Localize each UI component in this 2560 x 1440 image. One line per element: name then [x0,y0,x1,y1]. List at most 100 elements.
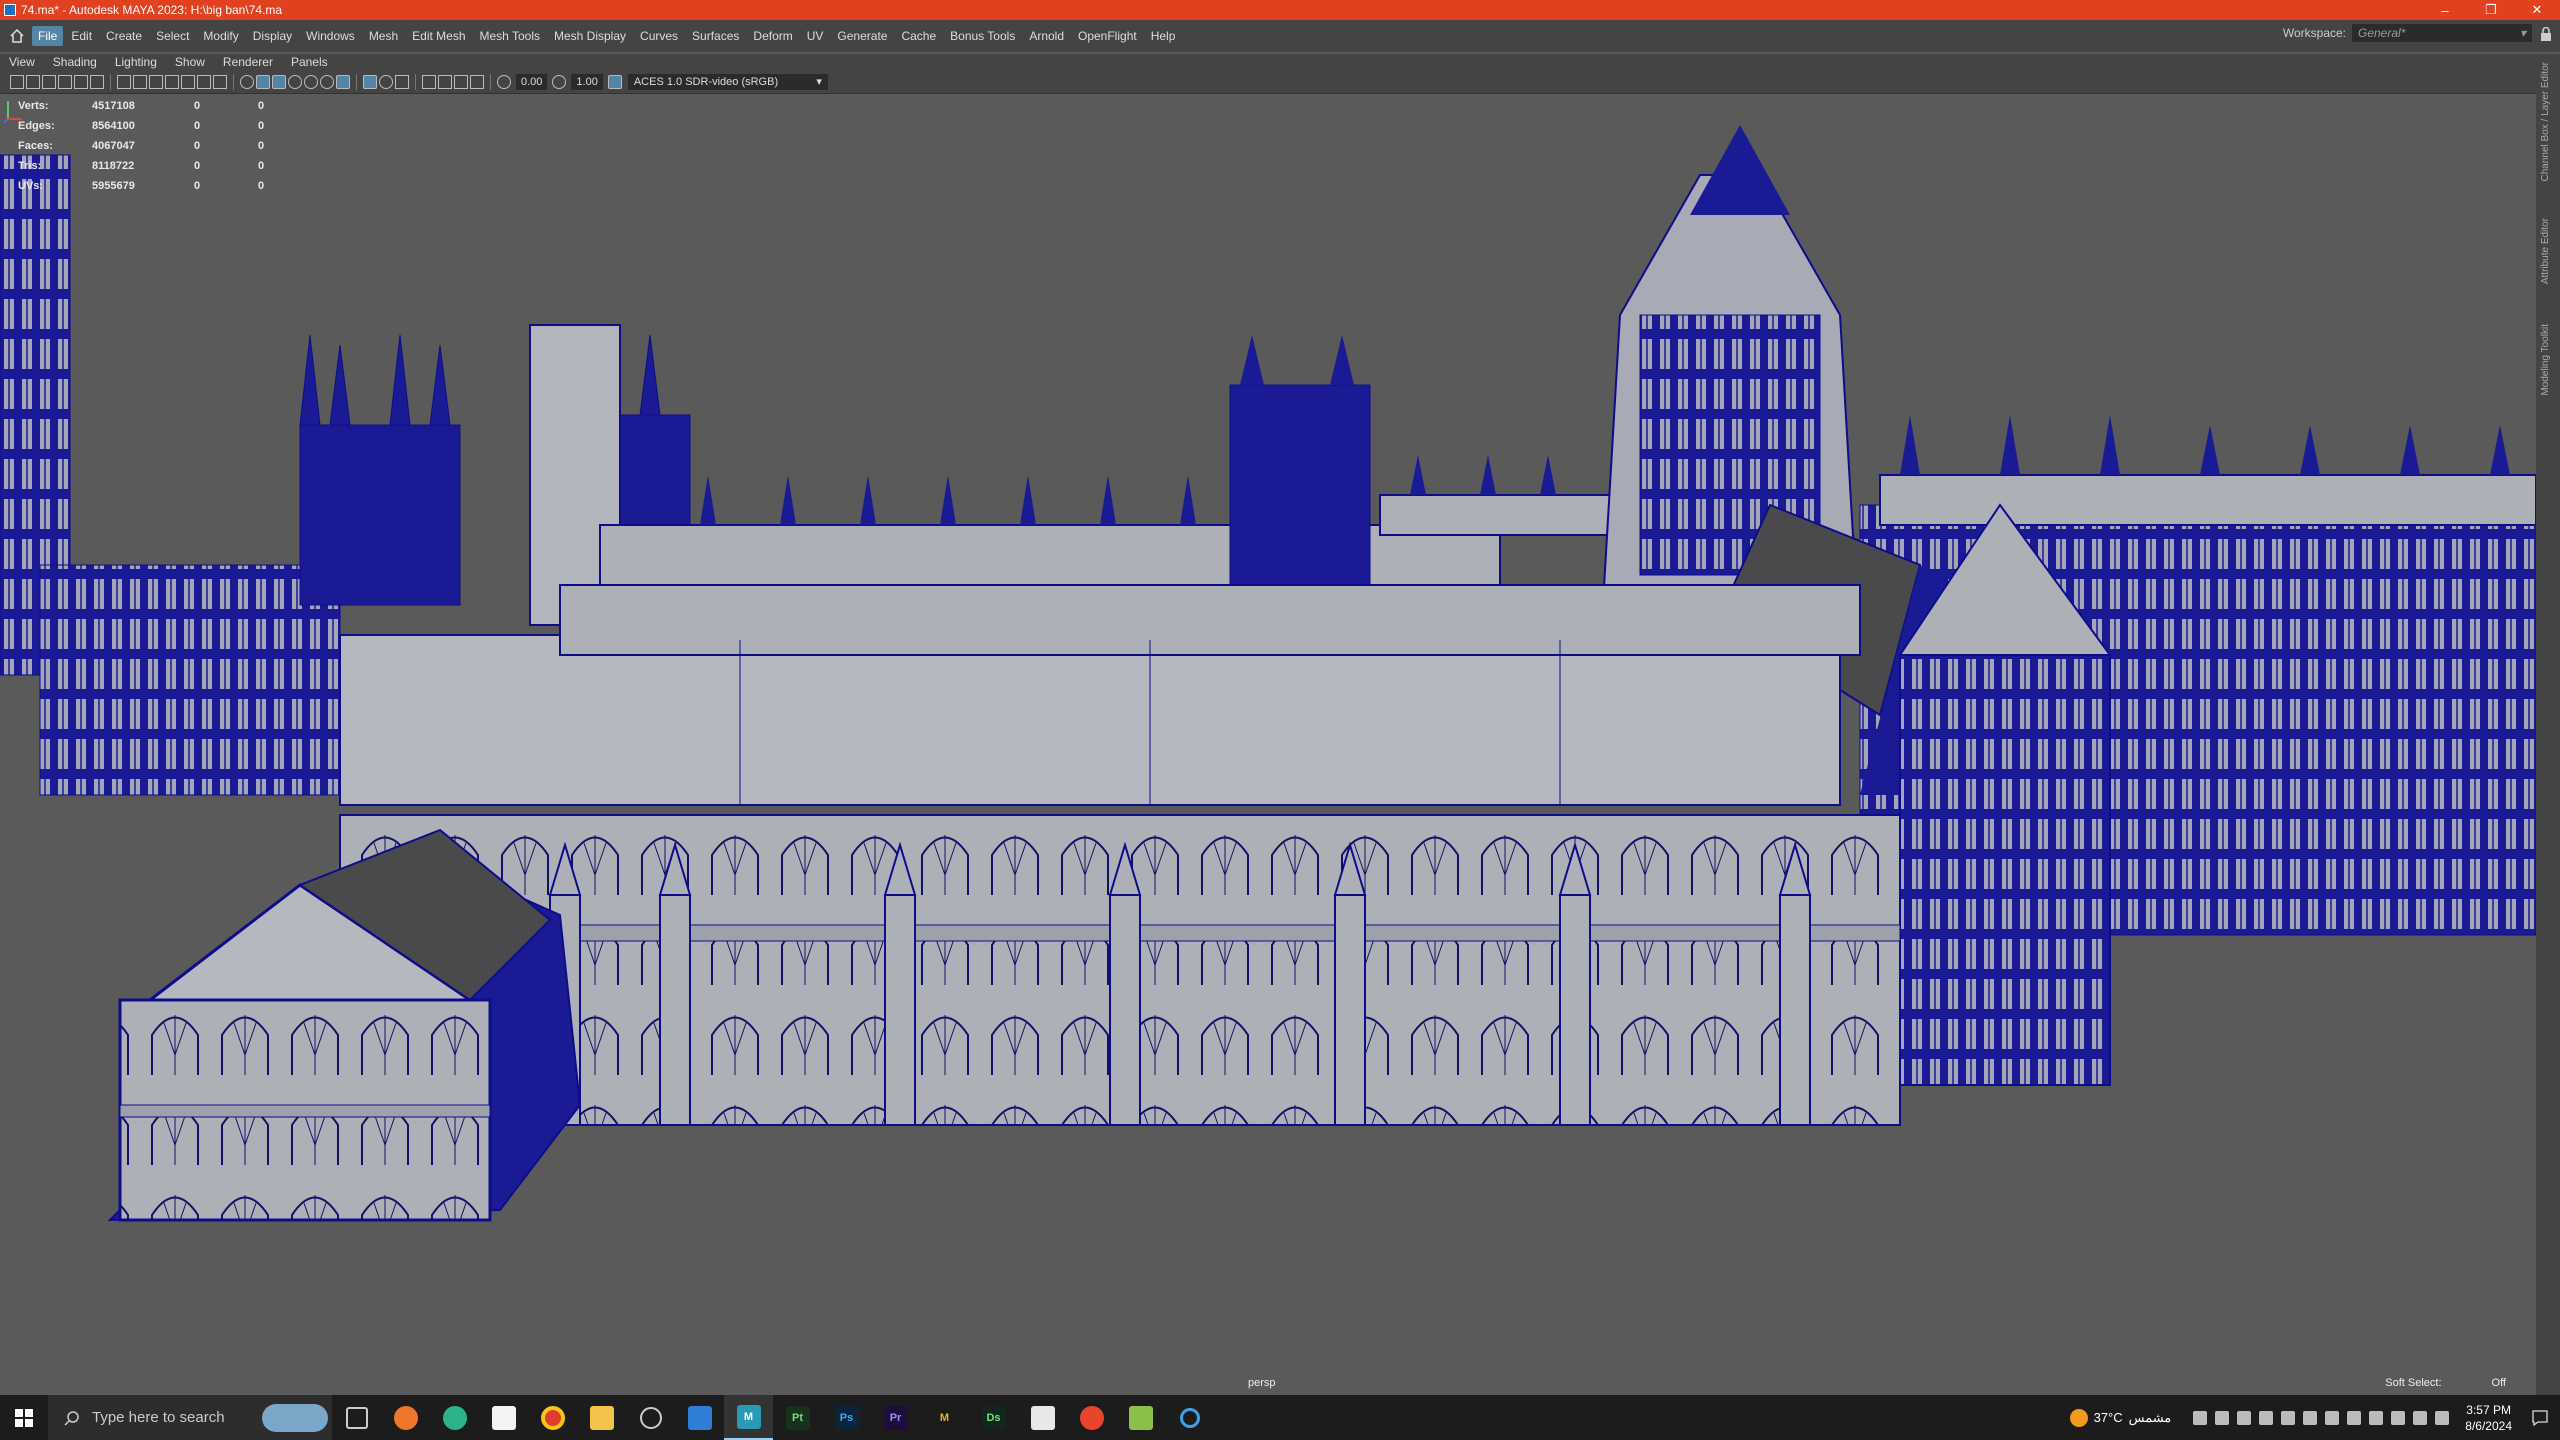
tray-icon[interactable] [2391,1410,2406,1425]
taskbar-app-maya[interactable]: M [724,1395,773,1440]
tab-channel-box[interactable]: Channel Box / Layer Editor [2540,62,2551,182]
xray-icon[interactable] [363,74,377,89]
taskbar-clock[interactable]: 3:57 PM 8/6/2024 [2465,1402,2512,1434]
panel-menu-view[interactable]: View [0,55,44,69]
menu-cache[interactable]: Cache [895,26,942,46]
taskbar-app-15[interactable] [1067,1395,1116,1440]
taskbar-app-blue[interactable] [675,1395,724,1440]
ambient-occlusion-icon[interactable] [422,74,436,89]
battery-icon[interactable] [2325,1410,2340,1425]
taskbar-app-photoshop[interactable]: Ps [822,1395,871,1440]
motion-blur-icon[interactable] [438,74,452,89]
color-management-icon[interactable] [607,74,622,89]
taskbar-app-firefox[interactable] [381,1395,430,1440]
grid-icon[interactable] [117,74,131,89]
taskbar-search-box[interactable]: Type here to search [48,1395,332,1440]
taskbar-app-17[interactable] [1165,1395,1214,1440]
menu-help[interactable]: Help [1145,26,1182,46]
taskbar-app-substance-designer[interactable]: Ds [969,1395,1018,1440]
menu-bonus-tools[interactable]: Bonus Tools [944,26,1021,46]
taskbar-app-file-explorer[interactable] [577,1395,626,1440]
field-chart-icon[interactable] [181,74,195,89]
menu-mesh[interactable]: Mesh [363,26,404,46]
tray-icon[interactable] [2193,1410,2208,1425]
menu-mesh-display[interactable]: Mesh Display [548,26,632,46]
panel-menu-shading[interactable]: Shading [44,55,106,69]
taskbar-app-chrome[interactable] [528,1395,577,1440]
tray-icon[interactable] [2237,1410,2252,1425]
camera-attributes-icon[interactable] [26,74,40,89]
shadows-icon[interactable] [320,74,334,89]
windows-start-button[interactable] [0,1395,48,1440]
taskbar-app-search[interactable] [626,1395,675,1440]
2d-pan-zoom-icon[interactable] [74,74,88,89]
menu-mesh-tools[interactable]: Mesh Tools [474,26,546,46]
xray-joints-icon[interactable] [379,74,393,89]
bookmarks-icon[interactable] [42,74,56,89]
safe-title-icon[interactable] [213,74,227,89]
menu-select[interactable]: Select [150,26,195,46]
wireframe-icon[interactable] [240,74,254,89]
panel-menu-panels[interactable]: Panels [282,55,337,69]
color-space-dropdown[interactable]: ACES 1.0 SDR-video (sRGB) ▾ [627,73,828,90]
image-plane-icon[interactable] [58,74,72,89]
xray-active-icon[interactable] [395,74,409,89]
tray-icon[interactable] [2435,1410,2450,1425]
grease-pencil-icon[interactable] [90,74,104,89]
menu-windows[interactable]: Windows [300,26,361,46]
close-button[interactable]: ✕ [2514,0,2560,20]
menu-edit[interactable]: Edit [65,26,98,46]
menu-arnold[interactable]: Arnold [1023,26,1070,46]
exposure-field[interactable]: 0.00 [516,73,548,90]
resolution-gate-icon[interactable] [149,74,163,89]
default-material-icon[interactable] [272,74,286,89]
menu-display[interactable]: Display [247,26,298,46]
gate-mask-icon[interactable] [165,74,179,89]
select-camera-icon[interactable] [10,74,24,89]
tray-icon[interactable] [2413,1410,2428,1425]
depth-of-field-icon[interactable] [470,74,484,89]
weather-widget[interactable]: 37°C مشمس [2069,1408,2171,1427]
workspace-dropdown[interactable]: General* ▾ [2352,24,2532,42]
maximize-button[interactable]: ❐ [2468,0,2514,20]
film-gate-icon[interactable] [133,74,147,89]
panel-menu-renderer[interactable]: Renderer [214,55,282,69]
safe-action-icon[interactable] [197,74,211,89]
taskbar-app-16[interactable] [1116,1395,1165,1440]
tray-icon[interactable] [2259,1410,2274,1425]
gamma-icon[interactable] [552,74,567,89]
panel-menu-lighting[interactable]: Lighting [106,55,166,69]
menu-create[interactable]: Create [100,26,148,46]
menu-modify[interactable]: Modify [197,26,244,46]
home-icon[interactable] [6,25,28,47]
panel-menu-show[interactable]: Show [166,55,214,69]
menu-generate[interactable]: Generate [831,26,893,46]
use-all-lights-icon[interactable] [304,74,318,89]
exposure-icon[interactable] [497,74,511,89]
taskbar-app-edge[interactable] [430,1395,479,1440]
minimize-button[interactable]: – [2422,0,2468,20]
tray-icon[interactable] [2369,1410,2384,1425]
taskbar-app-mudbox[interactable]: M [920,1395,969,1440]
menu-uv[interactable]: UV [801,26,830,46]
taskbar-app-task-view[interactable] [332,1395,381,1440]
wireframe-on-shaded-icon[interactable] [336,74,350,89]
taskbar-app-substance-painter[interactable]: Pt [773,1395,822,1440]
language-icon[interactable] [2347,1410,2362,1425]
3d-viewport[interactable]: Verts: 4517108 0 0 Edges: 8564100 0 0 Fa… [0,95,2536,1395]
gamma-field[interactable]: 1.00 [571,73,603,90]
textured-icon[interactable] [288,74,302,89]
taskbar-app-14[interactable] [1018,1395,1067,1440]
taskbar-app-store[interactable] [479,1395,528,1440]
volume-icon[interactable] [2303,1410,2318,1425]
menu-curves[interactable]: Curves [634,26,684,46]
anti-aliasing-icon[interactable] [454,74,468,89]
smooth-shade-icon[interactable] [256,74,270,89]
lock-icon[interactable] [2540,27,2552,41]
network-icon[interactable] [2281,1410,2296,1425]
menu-surfaces[interactable]: Surfaces [686,26,745,46]
menu-deform[interactable]: Deform [747,26,798,46]
menu-openflight[interactable]: OpenFlight [1072,26,1143,46]
notification-icon[interactable] [2530,1408,2550,1428]
tray-icon[interactable] [2215,1410,2230,1425]
